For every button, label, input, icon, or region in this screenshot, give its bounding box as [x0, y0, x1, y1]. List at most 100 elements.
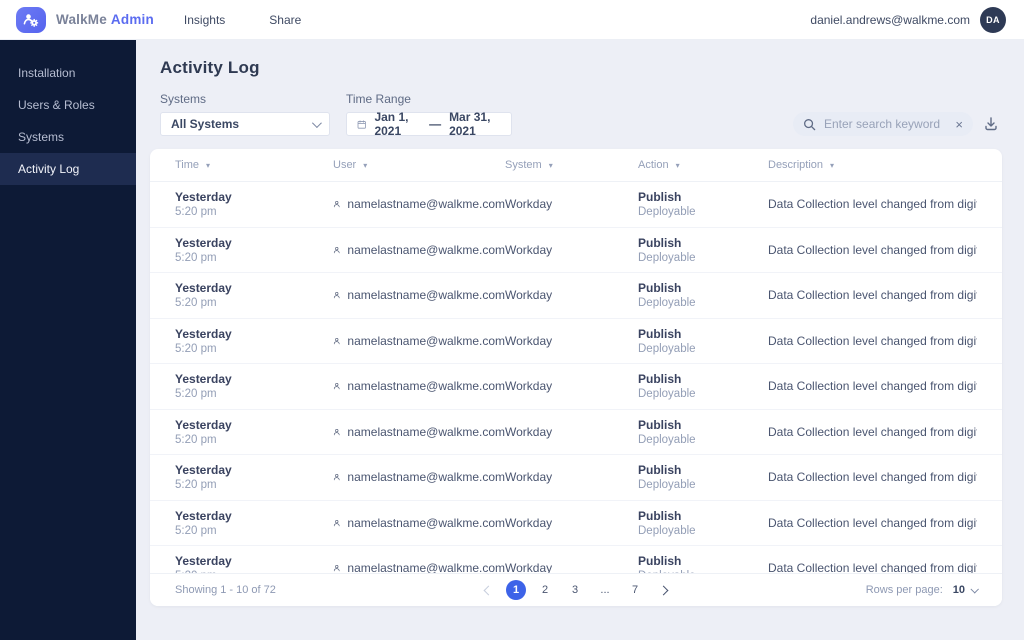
- table-row[interactable]: Yesterday 5:20 pm namelastname@walkme.co…: [150, 182, 1002, 228]
- walkme-logo[interactable]: WalkMe Admin: [16, 6, 154, 33]
- page-button-7[interactable]: 7: [624, 580, 646, 600]
- user-icon: [333, 292, 340, 299]
- time-cell: Yesterday 5:20 pm: [175, 326, 232, 355]
- action-cell: Publish Deployable: [638, 326, 696, 355]
- column-header-user[interactable]: User ▾: [333, 159, 505, 171]
- time-cell: Yesterday 5:20 pm: [175, 463, 232, 492]
- time-cell: Yesterday 5:20 pm: [175, 235, 232, 264]
- action-cell: Publish Deployable: [638, 190, 696, 219]
- description-cell: Data Collection level changed from digit…: [768, 333, 977, 348]
- activity-log-table: Time ▾ User ▾ System ▾ Action ▾ Description ▾…: [150, 149, 1002, 606]
- rows-per-page-select[interactable]: 10: [953, 584, 979, 596]
- description-cell: Data Collection level changed from digit…: [768, 561, 977, 573]
- table-row[interactable]: Yesterday 5:20 pm namelastname@walkme.co…: [150, 364, 1002, 410]
- table-row[interactable]: Yesterday 5:20 pm namelastname@walkme.co…: [150, 546, 1002, 573]
- user-cell: namelastname@walkme.com: [333, 197, 505, 211]
- table-row[interactable]: Yesterday 5:20 pm namelastname@walkme.co…: [150, 228, 1002, 273]
- page-title: Activity Log: [160, 58, 260, 77]
- range-end: Mar 31, 2021: [449, 110, 491, 138]
- time-cell: Yesterday 5:20 pm: [175, 281, 232, 310]
- next-page-icon[interactable]: [658, 585, 669, 595]
- calendar-icon: [357, 119, 366, 129]
- description-cell: Data Collection level changed from digit…: [768, 288, 977, 303]
- sort-icon[interactable]: ▾: [676, 161, 680, 170]
- sort-icon[interactable]: ▾: [830, 161, 834, 170]
- top-nav: Insights Share: [184, 13, 301, 27]
- system-cell: Workday: [505, 470, 553, 485]
- description-cell: Data Collection level changed from digit…: [768, 242, 977, 257]
- action-cell: Publish Deployable: [638, 417, 696, 446]
- sidebar-item-activity-log[interactable]: Activity Log: [0, 153, 136, 185]
- avatar[interactable]: DA: [980, 6, 1006, 33]
- rows-per-page-label: Rows per page:: [865, 584, 943, 596]
- previous-page-icon[interactable]: [483, 585, 494, 595]
- system-cell: Workday: [505, 515, 553, 530]
- system-cell: Workday: [505, 288, 553, 303]
- time-cell: Yesterday 5:20 pm: [175, 554, 232, 573]
- table-header: Time ▾ User ▾ System ▾ Action ▾ Description ▾: [150, 149, 1002, 182]
- user-icon: [333, 474, 340, 481]
- time-range-picker[interactable]: Jan 1, 2021 — Mar 31, 2021: [346, 110, 512, 138]
- page-button-3[interactable]: 3: [564, 580, 586, 600]
- range-separator: —: [429, 117, 442, 131]
- sort-icon[interactable]: ▾: [206, 161, 210, 170]
- chevron-down-icon: [970, 585, 979, 594]
- column-header-description[interactable]: Description ▾: [768, 159, 977, 171]
- user-cell: namelastname@walkme.com: [333, 379, 505, 393]
- time-cell: Yesterday 5:20 pm: [175, 508, 232, 537]
- column-header-action[interactable]: Action ▾: [638, 159, 768, 171]
- user-icon: [333, 383, 340, 390]
- time-cell: Yesterday 5:20 pm: [175, 372, 232, 401]
- table-row[interactable]: Yesterday 5:20 pm namelastname@walkme.co…: [150, 273, 1002, 319]
- sidebar-item-installation[interactable]: Installation: [0, 57, 136, 89]
- action-cell: Publish Deployable: [638, 508, 696, 537]
- walkme-logo-icon: [16, 6, 46, 33]
- page-button-2[interactable]: 2: [534, 580, 556, 600]
- action-cell: Publish Deployable: [638, 554, 696, 573]
- system-cell: Workday: [505, 333, 553, 348]
- action-cell: Publish Deployable: [638, 372, 696, 401]
- clear-search-icon[interactable]: ×: [955, 118, 963, 131]
- user-icon: [333, 428, 340, 435]
- user-cell: namelastname@walkme.com: [333, 243, 505, 257]
- sort-icon[interactable]: ▾: [363, 161, 367, 170]
- user-cell: namelastname@walkme.com: [333, 425, 505, 439]
- page-button-1[interactable]: 1: [506, 580, 526, 600]
- table-footer: Showing 1 - 10 of 72 1 2 3... 7 Rows per pa…: [150, 573, 1002, 606]
- nav-insights[interactable]: Insights: [184, 13, 225, 27]
- column-header-time[interactable]: Time ▾: [175, 159, 333, 171]
- action-cell: Publish Deployable: [638, 463, 696, 492]
- filter-row: Systems All Systems Time Range Jan 1, 20…: [150, 92, 1002, 138]
- search-icon: [804, 118, 816, 130]
- description-cell: Data Collection level changed from digit…: [768, 515, 977, 530]
- download-icon[interactable]: [983, 116, 999, 132]
- page-buttons: 1 2 3... 7: [506, 580, 646, 600]
- sort-icon[interactable]: ▾: [549, 161, 553, 170]
- sidebar: Installation Users & Roles Systems Activ…: [0, 40, 136, 640]
- time-range-label: Time Range: [346, 92, 411, 106]
- page-ellipsis: ...: [600, 584, 610, 596]
- table-row[interactable]: Yesterday 5:20 pm namelastname@walkme.co…: [150, 410, 1002, 455]
- search-input[interactable]: [824, 117, 948, 131]
- sidebar-item-users-roles[interactable]: Users & Roles: [0, 89, 136, 121]
- user-icon: [333, 246, 340, 253]
- range-start: Jan 1, 2021: [374, 110, 409, 138]
- description-cell: Data Collection level changed from digit…: [768, 197, 977, 212]
- table-body: Yesterday 5:20 pm namelastname@walkme.co…: [150, 182, 1002, 573]
- user-cell: namelastname@walkme.com: [333, 334, 505, 348]
- column-header-system[interactable]: System ▾: [505, 159, 638, 171]
- systems-select[interactable]: All Systems: [160, 112, 330, 136]
- topbar: WalkMe Admin Insights Share daniel.andre…: [0, 0, 1024, 40]
- description-cell: Data Collection level changed from digit…: [768, 424, 977, 439]
- nav-share[interactable]: Share: [269, 13, 301, 27]
- user-email: daniel.andrews@walkme.com: [810, 12, 970, 27]
- table-row[interactable]: Yesterday 5:20 pm namelastname@walkme.co…: [150, 501, 1002, 546]
- description-cell: Data Collection level changed from digit…: [768, 379, 977, 394]
- sidebar-item-systems[interactable]: Systems: [0, 121, 136, 153]
- chevron-down-icon: [311, 117, 322, 128]
- user-cell: namelastname@walkme.com: [333, 470, 505, 484]
- user-cell: namelastname@walkme.com: [333, 561, 505, 573]
- table-row[interactable]: Yesterday 5:20 pm namelastname@walkme.co…: [150, 319, 1002, 364]
- table-row[interactable]: Yesterday 5:20 pm namelastname@walkme.co…: [150, 455, 1002, 501]
- search-box[interactable]: ×: [793, 112, 973, 136]
